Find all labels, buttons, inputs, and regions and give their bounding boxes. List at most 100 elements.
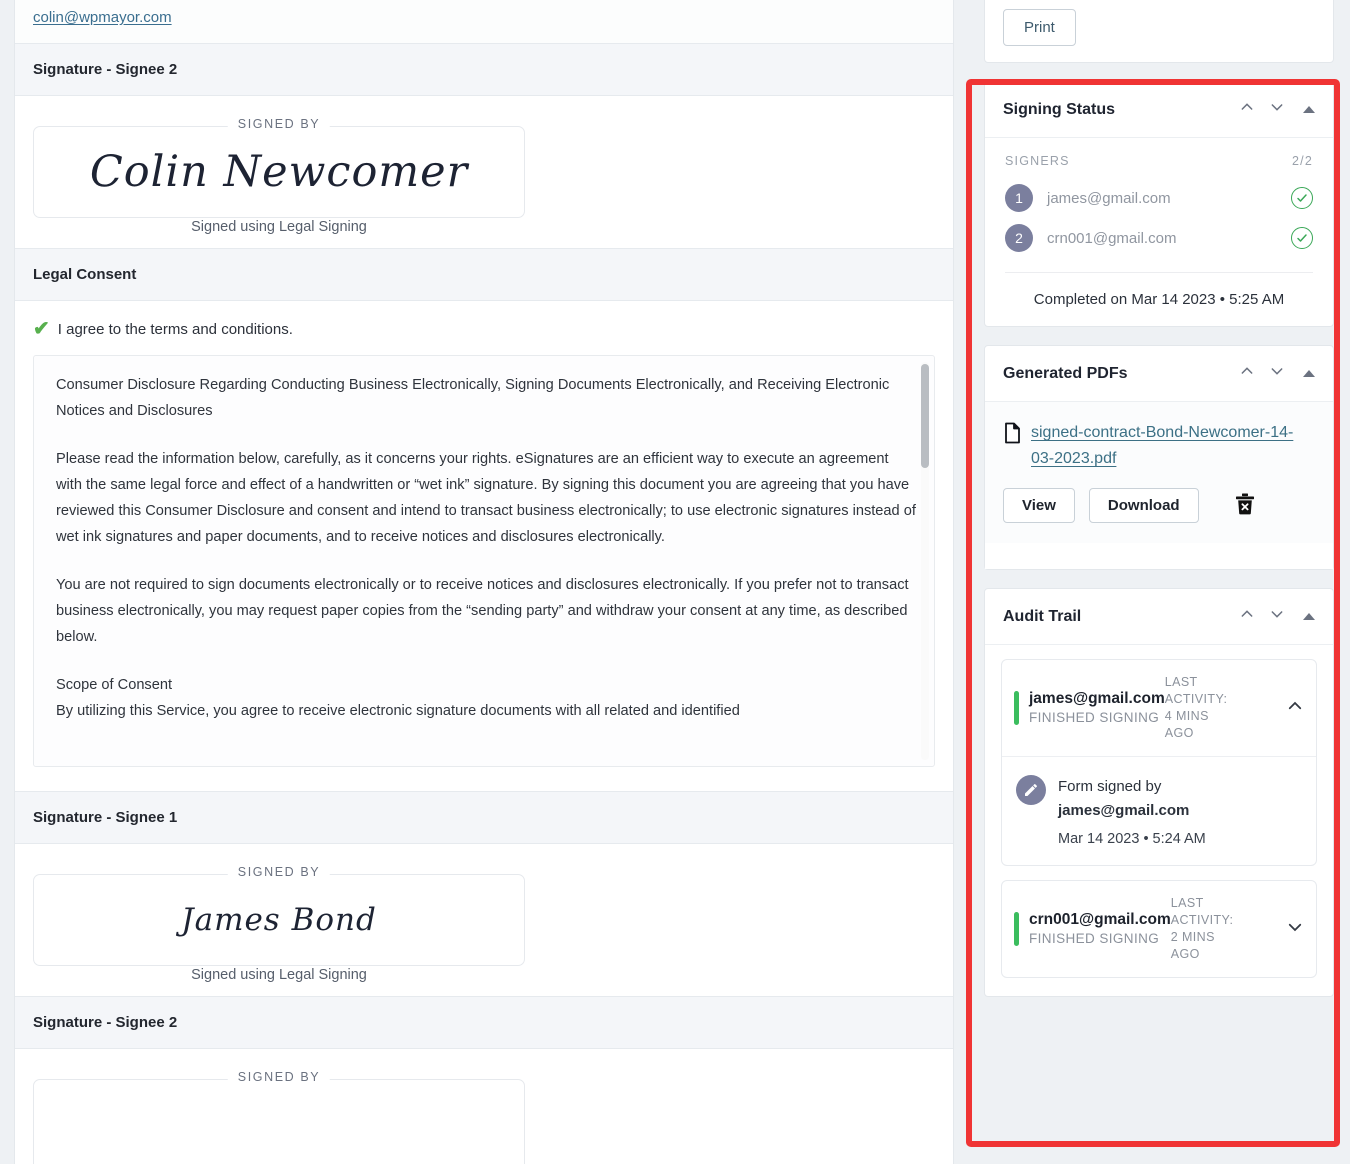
signature-box-wrap: Colin Newcomer SIGNED BY Signed using Le… <box>33 117 525 235</box>
audit-trail-panel: Audit Trail james@gmail.com FINISHED SIG… <box>984 588 1334 997</box>
pdf-actions-row: View Download <box>1003 488 1315 523</box>
audit-entry-last-activity: LAST ACTIVITY: 2 MINS AGO <box>1170 896 1234 961</box>
audit-entry-who: james@gmail.com FINISHED SIGNING <box>1029 689 1165 727</box>
pdf-file-link[interactable]: signed-contract-Bond-Newcomer-14-03-2023… <box>1031 420 1315 472</box>
signature-box <box>33 1079 525 1164</box>
signer-order-badge: 1 <box>1005 184 1033 212</box>
signature-box: James Bond <box>33 874 525 966</box>
audit-entry-last-activity: LAST ACTIVITY: 4 MINS AGO <box>1164 675 1228 740</box>
audit-detail-email: james@gmail.com <box>1058 802 1190 819</box>
signature-box: Colin Newcomer <box>33 126 525 218</box>
audit-entry-email: crn001@gmail.com <box>1029 911 1171 928</box>
generated-pdfs-panel: Generated PDFs signed-contract-Bond-Newc… <box>984 345 1334 570</box>
chevron-up-icon[interactable] <box>1239 363 1255 384</box>
generated-pdfs-header: Generated PDFs <box>985 346 1333 402</box>
signed-using-caption: Signed using Legal Signing <box>181 219 377 235</box>
signer-order-badge: 2 <box>1005 224 1033 252</box>
audit-entry-detail: Form signed by james@gmail.com Mar 14 20… <box>1002 756 1316 865</box>
trash-icon[interactable] <box>1231 491 1259 520</box>
signature-signee-2-body: Colin Newcomer SIGNED BY Signed using Le… <box>15 96 953 248</box>
panel-controls <box>1239 99 1315 120</box>
chevron-down-icon[interactable] <box>1269 99 1285 120</box>
section-header-signature-signee-1: Signature - Signee 1 <box>15 791 953 844</box>
green-check-circle-icon <box>1291 187 1313 209</box>
pencil-edit-icon <box>1016 775 1046 805</box>
submitter-email-link[interactable]: colin@wpmayor.com <box>33 9 172 26</box>
consent-scroll-box[interactable]: Consumer Disclosure Regarding Conducting… <box>33 355 935 767</box>
agree-label: I agree to the terms and conditions. <box>57 320 293 338</box>
signature-name-text: Colin Newcomer <box>89 147 469 197</box>
audit-entry-who: crn001@gmail.com FINISHED SIGNING <box>1029 910 1171 948</box>
audit-trail-body: james@gmail.com FINISHED SIGNING LAST AC… <box>985 645 1333 996</box>
signer-email: crn001@gmail.com <box>1047 229 1177 247</box>
signature-signee-1-body: James Bond SIGNED BY Signed using Legal … <box>15 844 953 996</box>
generated-pdfs-body: signed-contract-Bond-Newcomer-14-03-2023… <box>985 402 1333 543</box>
consent-paragraph: You are not required to sign documents e… <box>56 577 909 645</box>
consent-paragraph: Consumer Disclosure Regarding Conducting… <box>56 377 890 419</box>
signature-box-wrap: James Bond SIGNED BY Signed using Legal … <box>33 865 525 983</box>
panel-title: Signing Status <box>1003 100 1115 118</box>
section-header-signature-signee-2-top: Signature - Signee 2 <box>15 43 953 96</box>
chevron-up-icon[interactable] <box>1239 99 1255 120</box>
chevron-down-icon[interactable] <box>1269 363 1285 384</box>
download-pdf-button[interactable]: Download <box>1088 488 1199 523</box>
view-pdf-button[interactable]: View <box>1003 488 1075 523</box>
signing-status-body: SIGNERS 2/2 1 james@gmail.com 2 crn001@g… <box>985 138 1333 326</box>
signed-using-caption: Signed using Legal Signing <box>181 967 377 983</box>
panel-controls <box>1239 363 1315 384</box>
audit-entry-email: james@gmail.com <box>1029 690 1165 707</box>
panel-title: Audit Trail <box>1003 607 1082 625</box>
signing-status-header: Signing Status <box>985 82 1333 138</box>
audit-entry-summary[interactable]: james@gmail.com FINISHED SIGNING LAST AC… <box>1002 660 1316 756</box>
triangle-up-icon[interactable] <box>1303 370 1315 377</box>
signed-by-label: SIGNED BY <box>227 865 331 879</box>
consent-scrollbar-thumb[interactable] <box>921 364 929 468</box>
audit-entry-state: FINISHED SIGNING <box>1029 710 1160 725</box>
panel-controls <box>1239 606 1315 627</box>
signers-label: SIGNERS <box>1005 154 1070 168</box>
signer-row[interactable]: 2 crn001@gmail.com <box>1005 218 1313 258</box>
green-check-icon: ✔ <box>33 318 50 340</box>
print-panel: Print <box>984 0 1334 63</box>
print-button[interactable]: Print <box>1003 9 1076 46</box>
chevron-down-icon[interactable] <box>1269 606 1285 627</box>
signature-box-wrap: SIGNED BY <box>33 1070 525 1164</box>
audit-entry: james@gmail.com FINISHED SIGNING LAST AC… <box>1001 659 1317 866</box>
agree-row: ✔ I agree to the terms and conditions. <box>33 319 935 339</box>
legal-consent-body: ✔ I agree to the terms and conditions. C… <box>15 301 953 777</box>
audit-entry: crn001@gmail.com FINISHED SIGNING LAST A… <box>1001 880 1317 978</box>
consent-paragraph: Please read the information below, caref… <box>56 451 916 545</box>
app-root: colin@wpmayor.com Signature - Signee 2 C… <box>0 0 1350 1164</box>
green-check-circle-icon <box>1291 227 1313 249</box>
panel-title: Generated PDFs <box>1003 364 1128 382</box>
signer-email: james@gmail.com <box>1047 189 1171 207</box>
chevron-up-icon[interactable] <box>1239 606 1255 627</box>
signed-by-label: SIGNED BY <box>227 117 331 131</box>
sidebar-column: Print Signing Status SIGNERS 2/2 1 james… <box>968 0 1350 1164</box>
document-file-icon <box>1003 422 1021 472</box>
signing-status-panel: Signing Status SIGNERS 2/2 1 james@gmail… <box>984 81 1334 327</box>
signer-row[interactable]: 1 james@gmail.com <box>1005 178 1313 218</box>
pdf-panel-footer <box>985 543 1333 569</box>
document-column: colin@wpmayor.com Signature - Signee 2 C… <box>0 0 968 1164</box>
pdf-file-row: signed-contract-Bond-Newcomer-14-03-2023… <box>1003 420 1315 472</box>
audit-entry-summary[interactable]: crn001@gmail.com FINISHED SIGNING LAST A… <box>1002 881 1316 977</box>
consent-paragraph: Scope of Consent By utilizing this Servi… <box>56 677 740 719</box>
signature-name-text: James Bond <box>181 902 377 938</box>
triangle-up-icon[interactable] <box>1303 613 1315 620</box>
triangle-up-icon[interactable] <box>1303 106 1315 113</box>
section-header-signature-signee-2-bottom: Signature - Signee 2 <box>15 996 953 1049</box>
section-header-legal-consent: Legal Consent <box>15 248 953 301</box>
signers-header-row: SIGNERS 2/2 <box>1005 154 1313 168</box>
audit-detail-prefix: Form signed by <box>1058 778 1162 795</box>
email-field-row: colin@wpmayor.com <box>15 0 953 43</box>
signers-count: 2/2 <box>1292 154 1313 168</box>
chevron-down-icon[interactable] <box>1286 918 1304 941</box>
status-bar-indicator <box>1014 912 1019 946</box>
chevron-up-icon[interactable] <box>1286 697 1304 720</box>
audit-detail-text-wrap: Form signed by james@gmail.com Mar 14 20… <box>1058 775 1206 847</box>
audit-detail-date: Mar 14 2023 • 5:24 AM <box>1058 831 1206 847</box>
status-bar-indicator <box>1014 691 1019 725</box>
audit-trail-header: Audit Trail <box>985 589 1333 645</box>
audit-entry-state: FINISHED SIGNING <box>1029 931 1160 946</box>
